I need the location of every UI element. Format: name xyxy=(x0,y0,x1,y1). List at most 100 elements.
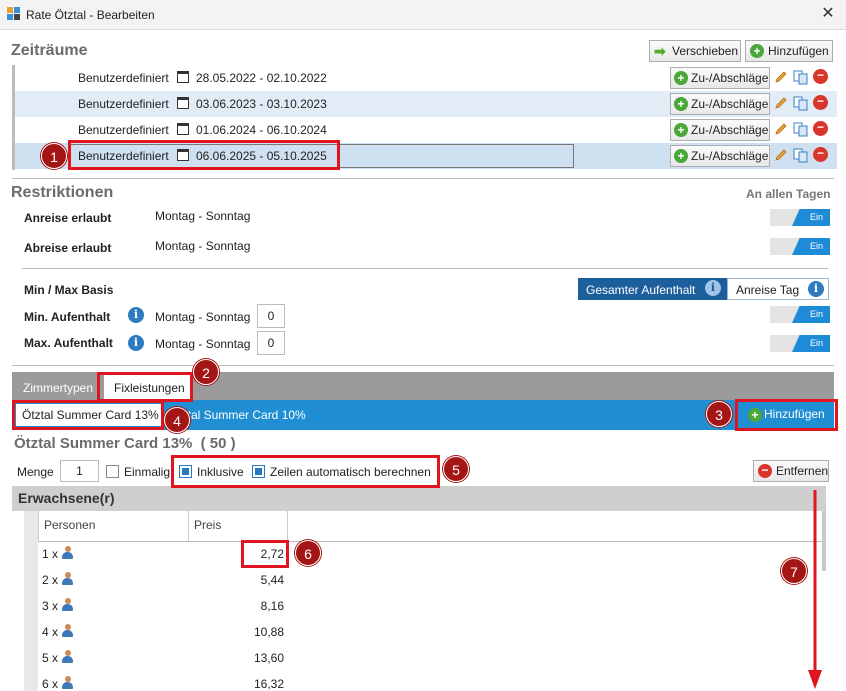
row-price[interactable]: 10,88 xyxy=(254,625,284,639)
info-icon[interactable]: i xyxy=(128,307,144,323)
min-stay-label: Min. Aufenthalt xyxy=(24,310,111,324)
surcharge-label: Zu-/Abschläge xyxy=(691,149,769,163)
calendar-icon xyxy=(177,123,189,135)
app-icon xyxy=(7,7,21,21)
zeitraeume-heading: Zeiträume xyxy=(11,42,88,59)
departure-toggle[interactable]: Ein xyxy=(770,238,830,255)
mode-total-tab[interactable]: Gesamter Aufenthalt i xyxy=(578,278,727,300)
minmax-label: Min / Max Basis xyxy=(24,283,114,297)
verschieben-button[interactable]: ➡ Verschieben xyxy=(649,40,741,62)
arrival-value: Montag - Sonntag xyxy=(155,209,251,223)
row-price[interactable]: 5,44 xyxy=(261,573,284,587)
row-count: 1 x xyxy=(42,547,59,561)
grid-group-header: Erwachsene(r) xyxy=(12,486,826,511)
service-title-text: Ötztal Summer Card 13% xyxy=(14,435,193,452)
copy-icon[interactable] xyxy=(793,70,808,85)
info-icon[interactable]: i xyxy=(808,281,824,297)
scroll-arrow xyxy=(808,490,822,689)
close-icon[interactable]: ✕ xyxy=(818,4,838,24)
restriktionen-heading: Restriktionen xyxy=(11,184,114,201)
surcharge-button[interactable]: + Zu-/Abschläge xyxy=(670,67,770,89)
arrival-label: Anreise erlaubt xyxy=(24,211,112,225)
row-price[interactable]: 16,32 xyxy=(254,677,284,691)
table-row[interactable]: 4 x 10,88 xyxy=(42,620,826,646)
row-count: 4 x xyxy=(42,625,59,639)
info-icon[interactable]: i xyxy=(705,280,721,296)
period-type: Benutzerdefiniert xyxy=(78,97,169,111)
plus-icon: + xyxy=(674,71,688,85)
step-badge: 7 xyxy=(781,558,807,584)
arrow-right-icon: ➡ xyxy=(654,43,666,59)
einmalig-label: Einmalig xyxy=(124,465,171,479)
delete-icon[interactable]: − xyxy=(813,121,828,136)
table-row[interactable]: 3 x 8,16 xyxy=(42,594,826,620)
remove-icon: − xyxy=(758,464,772,478)
plus-icon: + xyxy=(674,97,688,111)
pencil-icon[interactable] xyxy=(774,122,788,136)
remove-label: Entfernen xyxy=(776,464,829,478)
copy-icon[interactable] xyxy=(793,148,808,163)
remove-button[interactable]: − Entfernen xyxy=(753,460,829,482)
min-stay-toggle[interactable]: Ein xyxy=(770,306,830,323)
period-row[interactable]: Benutzerdefiniert 28.05.2022 - 02.10.202… xyxy=(15,65,837,91)
surcharge-button[interactable]: + Zu-/Abschläge xyxy=(670,119,770,141)
delete-icon[interactable]: − xyxy=(813,95,828,110)
table-row[interactable]: 2 x 5,44 xyxy=(42,568,826,594)
table-row[interactable]: 5 x 13,60 xyxy=(42,646,826,672)
surcharge-button[interactable]: + Zu-/Abschläge xyxy=(670,93,770,115)
plus-icon: + xyxy=(750,44,764,58)
highlight-price xyxy=(241,540,289,568)
row-count: 5 x xyxy=(42,651,59,665)
person-icon xyxy=(62,572,73,586)
highlight-checkboxes xyxy=(171,455,440,488)
service-title: Ötztal Summer Card 13% ( 50 ) xyxy=(14,435,236,452)
delete-icon[interactable]: − xyxy=(813,69,828,84)
mode-total-label: Gesamter Aufenthalt xyxy=(586,283,696,297)
max-stay-input[interactable]: 0 xyxy=(257,331,285,355)
col-persons[interactable]: Personen xyxy=(38,511,188,541)
step-badge: 6 xyxy=(295,540,321,566)
surcharge-button[interactable]: + Zu-/Abschläge xyxy=(670,145,770,167)
window-title: Rate Ötztal - Bearbeiten xyxy=(26,8,155,22)
pencil-icon[interactable] xyxy=(774,148,788,162)
table-row[interactable]: 1 x 2,72 xyxy=(42,542,826,568)
highlight-fixleistungen xyxy=(97,372,193,402)
delete-icon[interactable]: − xyxy=(813,147,828,162)
row-count: 6 x xyxy=(42,677,59,691)
mode-arrival-label: Anreise Tag xyxy=(736,283,800,297)
period-row[interactable]: Benutzerdefiniert 03.06.2023 - 03.10.202… xyxy=(15,91,837,117)
pencil-icon[interactable] xyxy=(774,96,788,110)
min-stay-input[interactable]: 0 xyxy=(257,304,285,328)
surcharge-label: Zu-/Abschläge xyxy=(691,71,769,85)
period-type: Benutzerdefiniert xyxy=(78,123,169,137)
row-price[interactable]: 8,16 xyxy=(261,599,284,613)
period-dates: 01.06.2024 - 06.10.2024 xyxy=(196,123,327,137)
price-grid: Personen Preis 1 x 2,72 2 x 5,44 3 x 8,16 4… xyxy=(12,511,826,691)
plus-icon: + xyxy=(674,123,688,137)
row-count: 3 x xyxy=(42,599,59,613)
step-badge: 5 xyxy=(443,456,469,482)
tab-zimmertypen[interactable]: Zimmertypen xyxy=(23,381,93,395)
max-stay-label: Max. Aufenthalt xyxy=(24,336,113,350)
toggle-state: Ein xyxy=(792,238,830,255)
step-badge: 3 xyxy=(706,401,732,427)
grid-indent xyxy=(24,511,38,691)
max-stay-toggle[interactable]: Ein xyxy=(770,335,830,352)
info-icon[interactable]: i xyxy=(128,335,144,351)
menge-input[interactable]: 1 xyxy=(60,460,99,482)
col-price[interactable]: Preis xyxy=(188,511,288,541)
einmalig-checkbox[interactable] xyxy=(106,465,119,478)
max-stay-days: Montag - Sonntag xyxy=(155,337,251,351)
row-price[interactable]: 13,60 xyxy=(254,651,284,665)
copy-icon[interactable] xyxy=(793,96,808,111)
add-period-button[interactable]: + Hinzufügen xyxy=(745,40,833,62)
table-row[interactable]: 6 x 16,32 xyxy=(42,672,826,691)
arrival-toggle[interactable]: Ein xyxy=(770,209,830,226)
pencil-icon[interactable] xyxy=(774,70,788,84)
departure-value: Montag - Sonntag xyxy=(155,239,251,253)
copy-icon[interactable] xyxy=(793,122,808,137)
mode-arrival-tab[interactable]: Anreise Tag i xyxy=(727,278,829,300)
step-badge: 1 xyxy=(41,143,67,169)
group-label: Erwachsene(r) xyxy=(18,490,115,506)
surcharge-label: Zu-/Abschläge xyxy=(691,97,769,111)
